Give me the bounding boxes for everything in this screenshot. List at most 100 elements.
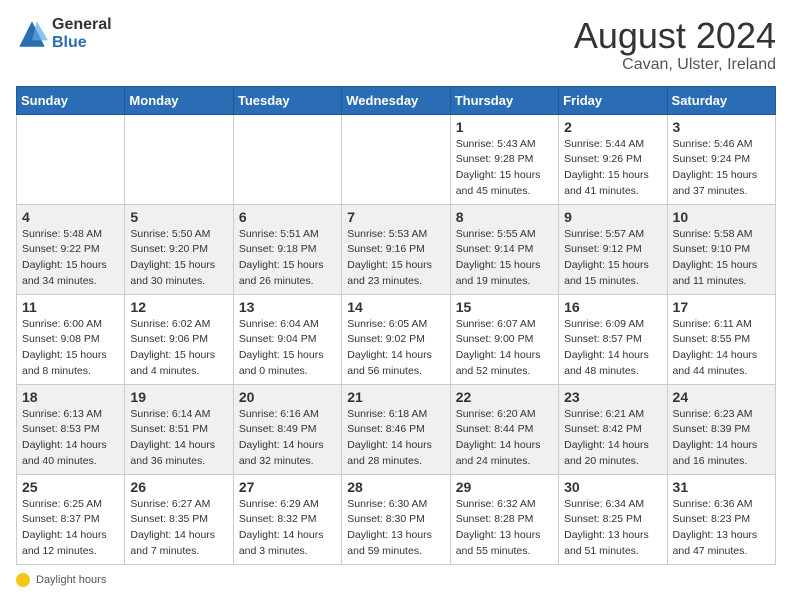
logo-text: General Blue xyxy=(52,16,112,51)
day-info: Sunrise: 6:23 AM Sunset: 8:39 PM Dayligh… xyxy=(673,407,770,470)
day-cell: 7Sunrise: 5:53 AM Sunset: 9:16 PM Daylig… xyxy=(342,204,450,294)
day-cell: 15Sunrise: 6:07 AM Sunset: 9:00 PM Dayli… xyxy=(450,294,558,384)
day-number: 1 xyxy=(456,119,553,135)
day-info: Sunrise: 6:29 AM Sunset: 8:32 PM Dayligh… xyxy=(239,497,336,560)
day-cell: 5 Sunrise: 5:50 AM Sunset: 9:20 PM Daylig… xyxy=(125,204,233,294)
day-number: 3 xyxy=(673,119,770,135)
day-number: 14 xyxy=(347,299,444,315)
day-info: Sunrise: 5:43 AM Sunset: 9:28 PM Dayligh… xyxy=(456,137,553,200)
header-row: SundayMondayTuesdayWednesdayThursdayFrid… xyxy=(17,86,776,114)
day-cell: 24 Sunrise: 6:23 AM Sunset: 8:39 PM Dayli… xyxy=(667,384,775,474)
day-number: 26 xyxy=(130,479,227,495)
day-number: 12 xyxy=(130,299,227,315)
day-info: Sunrise: 5:44 AM Sunset: 9:26 PM Dayligh… xyxy=(564,137,661,200)
day-cell: 9 Sunrise: 5:57 AM Sunset: 9:12 PM Daylig… xyxy=(559,204,667,294)
col-header-monday: Monday xyxy=(125,86,233,114)
day-cell: 1 Sunrise: 5:43 AM Sunset: 9:28 PM Daylig… xyxy=(450,114,558,204)
day-info: Sunrise: 6:18 AM Sunset: 8:46 PM Dayligh… xyxy=(347,407,444,470)
day-info: Sunrise: 5:55 AM Sunset: 9:14 PM Dayligh… xyxy=(456,227,553,290)
day-number: 29 xyxy=(456,479,553,495)
title-block: August 2024 Cavan, Ulster, Ireland xyxy=(574,16,776,74)
day-cell: 28 Sunrise: 6:30 AM Sunset: 8:30 PM Dayli… xyxy=(342,474,450,564)
calendar-table: SundayMondayTuesdayWednesdayThursdayFrid… xyxy=(16,86,776,565)
day-cell: 11Sunrise: 6:00 AM Sunset: 9:08 PM Dayli… xyxy=(17,294,125,384)
day-info: Sunrise: 6:11 AM Sunset: 8:55 PM Dayligh… xyxy=(673,317,770,380)
day-cell xyxy=(125,114,233,204)
day-cell: 26 Sunrise: 6:27 AM Sunset: 8:35 PM Dayli… xyxy=(125,474,233,564)
day-cell: 3 Sunrise: 5:46 AM Sunset: 9:24 PM Daylig… xyxy=(667,114,775,204)
col-header-saturday: Saturday xyxy=(667,86,775,114)
week-row-2: 4 Sunrise: 5:48 AM Sunset: 9:22 PM Daylig… xyxy=(17,204,776,294)
day-number: 18 xyxy=(22,389,119,405)
day-info: Sunrise: 5:57 AM Sunset: 9:12 PM Dayligh… xyxy=(564,227,661,290)
day-cell: 19Sunrise: 6:14 AM Sunset: 8:51 PM Dayli… xyxy=(125,384,233,474)
day-info: Sunrise: 6:07 AM Sunset: 9:00 PM Dayligh… xyxy=(456,317,553,380)
day-number: 7 xyxy=(347,209,444,225)
day-number: 28 xyxy=(347,479,444,495)
day-number: 16 xyxy=(564,299,661,315)
day-number: 19 xyxy=(130,389,227,405)
week-row-1: 1 Sunrise: 5:43 AM Sunset: 9:28 PM Daylig… xyxy=(17,114,776,204)
week-row-5: 25Sunrise: 6:25 AM Sunset: 8:37 PM Dayli… xyxy=(17,474,776,564)
day-info: Sunrise: 6:13 AM Sunset: 8:53 PM Dayligh… xyxy=(22,407,119,470)
day-cell: 17 Sunrise: 6:11 AM Sunset: 8:55 PM Dayli… xyxy=(667,294,775,384)
col-header-wednesday: Wednesday xyxy=(342,86,450,114)
day-info: Sunrise: 5:46 AM Sunset: 9:24 PM Dayligh… xyxy=(673,137,770,200)
day-number: 27 xyxy=(239,479,336,495)
day-cell: 21 Sunrise: 6:18 AM Sunset: 8:46 PM Dayli… xyxy=(342,384,450,474)
day-cell: 16Sunrise: 6:09 AM Sunset: 8:57 PM Dayli… xyxy=(559,294,667,384)
day-number: 4 xyxy=(22,209,119,225)
logo-general-label: General xyxy=(52,16,112,34)
day-cell: 10Sunrise: 5:58 AM Sunset: 9:10 PM Dayli… xyxy=(667,204,775,294)
location: Cavan, Ulster, Ireland xyxy=(574,56,776,74)
day-info: Sunrise: 6:00 AM Sunset: 9:08 PM Dayligh… xyxy=(22,317,119,380)
day-cell: 29Sunrise: 6:32 AM Sunset: 8:28 PM Dayli… xyxy=(450,474,558,564)
day-cell xyxy=(233,114,341,204)
day-info: Sunrise: 5:50 AM Sunset: 9:20 PM Dayligh… xyxy=(130,227,227,290)
day-number: 24 xyxy=(673,389,770,405)
day-cell: 25Sunrise: 6:25 AM Sunset: 8:37 PM Dayli… xyxy=(17,474,125,564)
logo-blue-label: Blue xyxy=(52,34,112,52)
logo-icon xyxy=(16,18,48,50)
day-info: Sunrise: 6:30 AM Sunset: 8:30 PM Dayligh… xyxy=(347,497,444,560)
col-header-sunday: Sunday xyxy=(17,86,125,114)
day-number: 22 xyxy=(456,389,553,405)
day-cell xyxy=(342,114,450,204)
day-number: 9 xyxy=(564,209,661,225)
day-info: Sunrise: 6:34 AM Sunset: 8:25 PM Dayligh… xyxy=(564,497,661,560)
day-cell: 27 Sunrise: 6:29 AM Sunset: 8:32 PM Dayli… xyxy=(233,474,341,564)
day-info: Sunrise: 6:36 AM Sunset: 8:23 PM Dayligh… xyxy=(673,497,770,560)
day-info: Sunrise: 6:27 AM Sunset: 8:35 PM Dayligh… xyxy=(130,497,227,560)
day-number: 6 xyxy=(239,209,336,225)
day-info: Sunrise: 5:48 AM Sunset: 9:22 PM Dayligh… xyxy=(22,227,119,290)
day-info: Sunrise: 6:02 AM Sunset: 9:06 PM Dayligh… xyxy=(130,317,227,380)
day-number: 30 xyxy=(564,479,661,495)
sun-icon xyxy=(16,573,30,587)
day-cell: 6Sunrise: 5:51 AM Sunset: 9:18 PM Daylig… xyxy=(233,204,341,294)
day-number: 17 xyxy=(673,299,770,315)
day-number: 5 xyxy=(130,209,227,225)
day-number: 23 xyxy=(564,389,661,405)
col-header-thursday: Thursday xyxy=(450,86,558,114)
day-info: Sunrise: 6:20 AM Sunset: 8:44 PM Dayligh… xyxy=(456,407,553,470)
day-number: 2 xyxy=(564,119,661,135)
day-cell: 13Sunrise: 6:04 AM Sunset: 9:04 PM Dayli… xyxy=(233,294,341,384)
day-info: Sunrise: 6:04 AM Sunset: 9:04 PM Dayligh… xyxy=(239,317,336,380)
day-number: 8 xyxy=(456,209,553,225)
col-header-tuesday: Tuesday xyxy=(233,86,341,114)
day-number: 31 xyxy=(673,479,770,495)
week-row-4: 18 Sunrise: 6:13 AM Sunset: 8:53 PM Dayli… xyxy=(17,384,776,474)
day-info: Sunrise: 6:16 AM Sunset: 8:49 PM Dayligh… xyxy=(239,407,336,470)
day-cell: 14Sunrise: 6:05 AM Sunset: 9:02 PM Dayli… xyxy=(342,294,450,384)
footer: Daylight hours xyxy=(16,573,776,587)
day-cell: 4 Sunrise: 5:48 AM Sunset: 9:22 PM Daylig… xyxy=(17,204,125,294)
week-row-3: 11Sunrise: 6:00 AM Sunset: 9:08 PM Dayli… xyxy=(17,294,776,384)
day-number: 21 xyxy=(347,389,444,405)
day-cell: 23Sunrise: 6:21 AM Sunset: 8:42 PM Dayli… xyxy=(559,384,667,474)
logo: General Blue xyxy=(16,16,112,51)
day-cell xyxy=(17,114,125,204)
day-cell: 31 Sunrise: 6:36 AM Sunset: 8:23 PM Dayli… xyxy=(667,474,775,564)
day-cell: 8 Sunrise: 5:55 AM Sunset: 9:14 PM Daylig… xyxy=(450,204,558,294)
page-header: General Blue August 2024 Cavan, Ulster, … xyxy=(16,16,776,74)
day-cell: 12 Sunrise: 6:02 AM Sunset: 9:06 PM Dayli… xyxy=(125,294,233,384)
